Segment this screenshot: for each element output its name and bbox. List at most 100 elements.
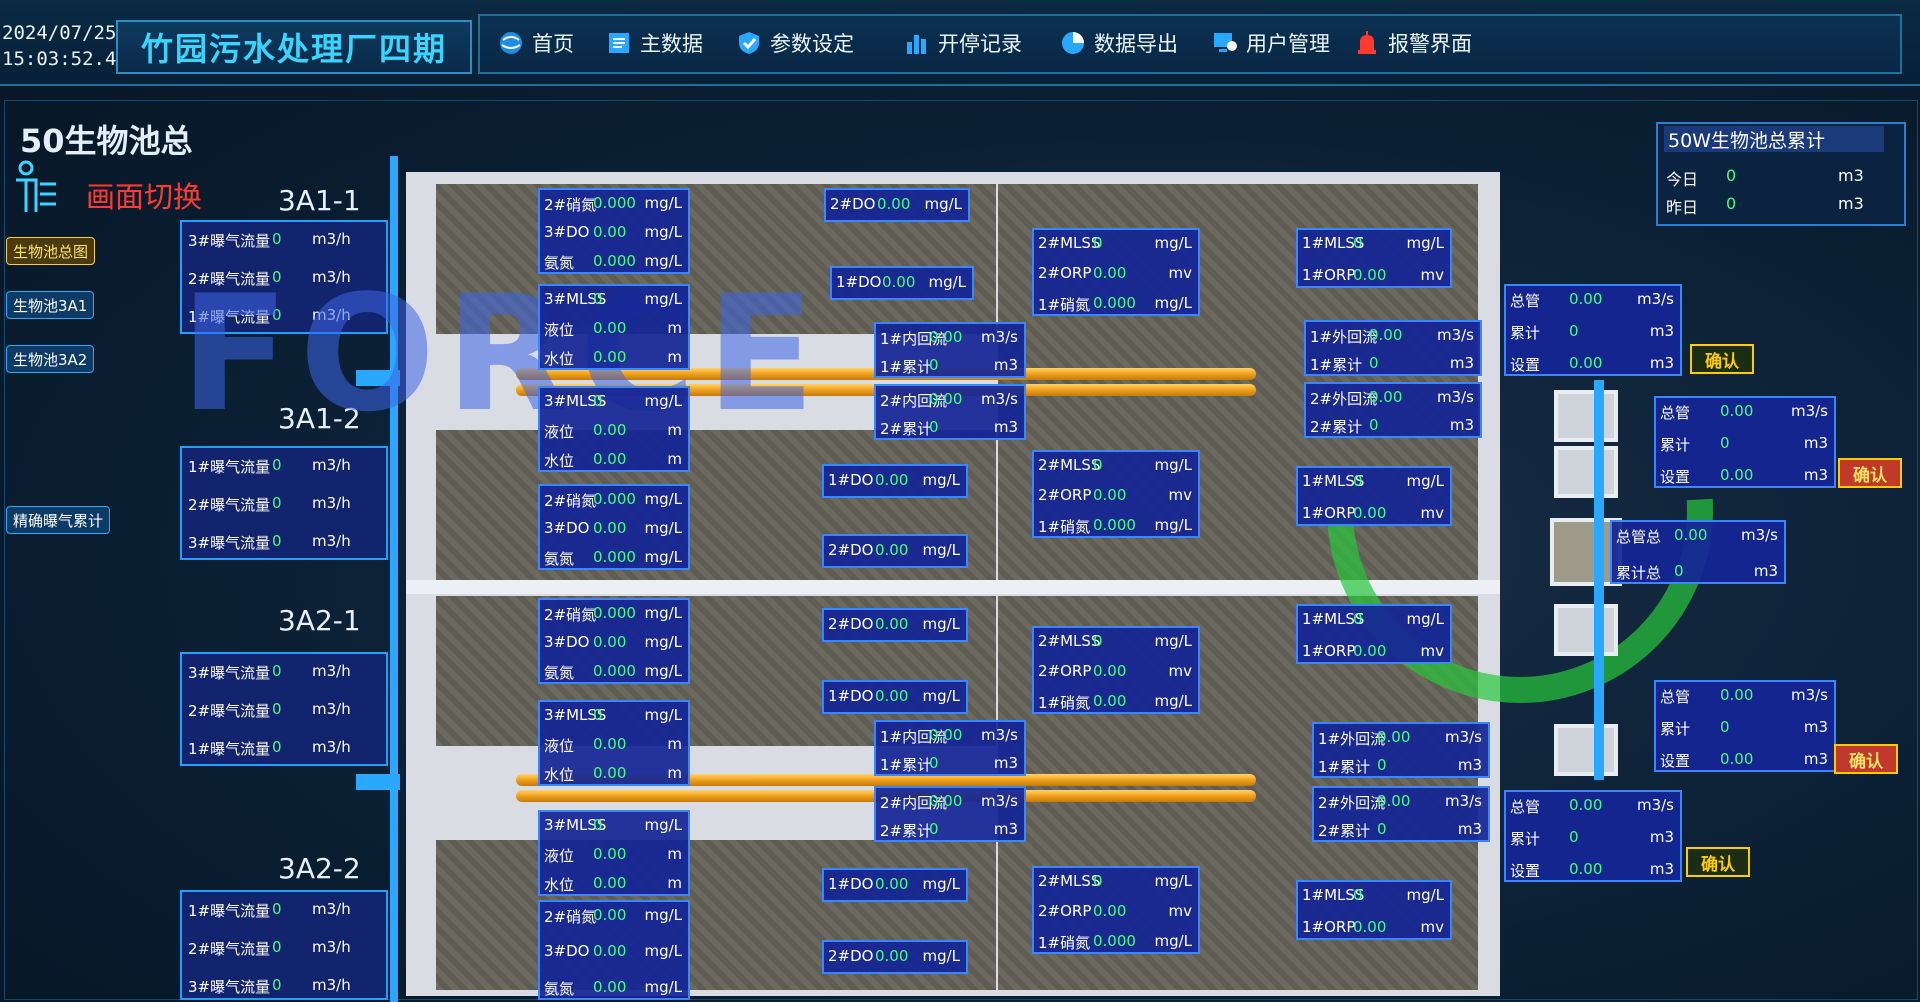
sensor-label: 1#硝氮 [1038, 694, 1091, 712]
main-pipe-total-box: 总管总 0.00 m3/s 累计总 0 m3 [1610, 520, 1786, 584]
sensor-unit: mg/L [1154, 516, 1192, 534]
sensor-value: 0 [1569, 828, 1579, 846]
sensor-unit: mg/L [928, 273, 966, 291]
sensor-value: 0.00 [593, 978, 627, 996]
sensor-value: 0.00 [1093, 662, 1127, 680]
sensor-label: 总管 [1510, 292, 1541, 310]
sensor-unit: mg/L [644, 252, 682, 270]
sensor-label: 设置 [1510, 862, 1541, 880]
sensor-label: 2#累计 [1318, 822, 1371, 840]
sensor-unit: mv [1420, 642, 1445, 660]
nav-main-data[interactable]: 主数据 [606, 28, 703, 58]
sensor-unit: mg/L [1154, 294, 1192, 312]
switch-view-label[interactable]: 画面切换 [86, 174, 202, 216]
section-title-3a2-2: 3A2-2 [278, 852, 361, 885]
sensor-value: 0 [1377, 756, 1387, 774]
do-box: 1#DO 0.00 mg/L [830, 266, 974, 300]
sensor-label: 3#DO [544, 942, 590, 960]
confirm-button[interactable]: 确认 [1686, 847, 1750, 877]
sensor-label: 累计总 [1616, 564, 1662, 582]
nav-params[interactable]: 参数设定 [736, 28, 854, 58]
sensor-label: 2#累计 [880, 420, 933, 438]
sensor-value: 0 [1353, 472, 1363, 490]
sensor-label: 2#累计 [880, 822, 933, 840]
sensor-value: 0.00 [1353, 642, 1387, 660]
sensor-label: 1#外回流 [1318, 730, 1386, 748]
sensor-unit: mg/L [1154, 932, 1192, 950]
btn-precise-aeration[interactable]: 精确曝气累计 [6, 506, 111, 534]
internal-return-box: 2#内回流 0.00 m3/s 2#累计 0 m3 [874, 786, 1026, 842]
aeration-label: 1#曝气流量 [188, 740, 271, 758]
external-return-box: 1#外回流 0.00 m3/s 1#累计 0 m3 [1304, 320, 1482, 376]
aeration-value: 0 [272, 900, 282, 918]
sensor-unit: m3/s [1636, 796, 1674, 814]
nav-alarm-label: 报警界面 [1388, 32, 1472, 56]
sensor-label: 氨氮 [544, 550, 575, 568]
plant-title: 竹园污水处理厂四期 [140, 30, 447, 68]
confirm-button[interactable]: 确认 [1834, 744, 1898, 774]
sensor-value: 0.00 [1353, 918, 1387, 936]
sensor-value: 0.00 [593, 319, 627, 337]
today-label: 今日 [1666, 170, 1699, 189]
mlss-level-box: 3#MLSS 0 mg/L 液位 0.00 m 水位 0.00 m [538, 284, 690, 370]
confirm-button[interactable]: 确认 [1838, 458, 1902, 488]
sensor-unit: mg/L [644, 519, 682, 537]
mlss-orp-box: 2#MLSS 0 mg/L 2#ORP 0.00 mv 1#硝氮 0.000 mg/L [1032, 450, 1200, 538]
sensor-unit: m [667, 450, 682, 468]
sensor-unit: m3 [1803, 434, 1828, 452]
sensor-value: 0.00 [1377, 792, 1411, 810]
sensor-label: 水位 [544, 452, 575, 470]
nav-export[interactable]: 数据导出 [1060, 28, 1178, 58]
do-box: 2#DO 0.00 mg/L [822, 608, 968, 642]
aeration-row: 1#曝气流量 0 m3/h [188, 456, 384, 477]
mlss-orp-box: 1#MLSS 0 mg/L 1#ORP 0.00 mv [1296, 466, 1452, 526]
sensor-label: 氨氮 [544, 254, 575, 272]
btn-pool-3a1[interactable]: 生物池3A1 [6, 291, 95, 319]
sensor-label: 设置 [1660, 752, 1691, 770]
sensor-value: 0 [593, 290, 603, 308]
sensor-label: 1#外回流 [1310, 328, 1378, 346]
nav-alarm[interactable]: 报警界面 [1354, 28, 1472, 58]
aeration-label: 1#曝气流量 [188, 902, 271, 920]
aeration-label: 3#曝气流量 [188, 232, 271, 250]
sensor-label: 2#外回流 [1310, 390, 1378, 408]
aeration-panel-3a2-2: 1#曝气流量 0 m3/h 2#曝气流量 0 m3/h 3#曝气流量 0 m3/h [180, 890, 388, 1000]
nav-home[interactable]: 首页 [498, 28, 574, 58]
sensor-label: 2#硝氮 [544, 908, 597, 926]
sensor-unit: m3/s [1436, 326, 1474, 344]
sensor-value: 0 [593, 816, 603, 834]
aeration-panel-3a2-1: 3#曝气流量 0 m3/h 2#曝气流量 0 m3/h 1#曝气流量 0 m3/h [180, 652, 388, 766]
sensor-unit: m [667, 735, 682, 753]
sensor-value: 0.00 [593, 633, 627, 651]
sensor-value: 0.000 [593, 252, 636, 270]
sensor-value: 0 [1353, 886, 1363, 904]
btn-pool-3a2[interactable]: 生物池3A2 [6, 345, 95, 373]
sensor-value: 0.00 [1369, 388, 1403, 406]
mlss-orp-box: 1#MLSS 0 mg/L 1#ORP 0.00 mv [1296, 880, 1452, 940]
sensor-value: 0.00 [1093, 692, 1127, 710]
btn-total-pool[interactable]: 生物池总图 [6, 237, 96, 265]
aeration-label: 3#曝气流量 [188, 664, 271, 682]
sensor-value: 0.00 [1377, 728, 1411, 746]
sensor-unit: mg/L [922, 687, 960, 705]
sensor-value: 0.00 [929, 390, 963, 408]
sensor-value: 0 [1093, 234, 1103, 252]
drain-chamber [1554, 724, 1618, 776]
sensor-unit: m3 [1457, 756, 1482, 774]
sensor-value: 0.00 [929, 328, 963, 346]
sensor-unit: mg/L [644, 942, 682, 960]
sensor-label: 累计 [1660, 436, 1691, 454]
bar-chart-icon [907, 35, 926, 54]
sensor-value: 0.00 [1093, 902, 1127, 920]
main-pipe-box: 总管 0.00 m3/s 累计 0 m3 设置 0.00 m3 [1504, 284, 1682, 376]
nav-users[interactable]: 用户管理 [1212, 28, 1330, 58]
confirm-button[interactable]: 确认 [1690, 344, 1754, 374]
aeration-unit: m3/h [312, 532, 351, 550]
aeration-row: 3#曝气流量 0 m3/h [188, 662, 384, 683]
date-display: 2024/07/25 [2, 22, 117, 44]
sensor-label: 总管 [1660, 404, 1691, 422]
nav-start-stop[interactable]: 开停记录 [904, 28, 1022, 58]
nav-export-label: 数据导出 [1094, 32, 1178, 56]
sensor-label: 2#DO [830, 195, 876, 213]
sensor-unit: mv [1420, 504, 1445, 522]
